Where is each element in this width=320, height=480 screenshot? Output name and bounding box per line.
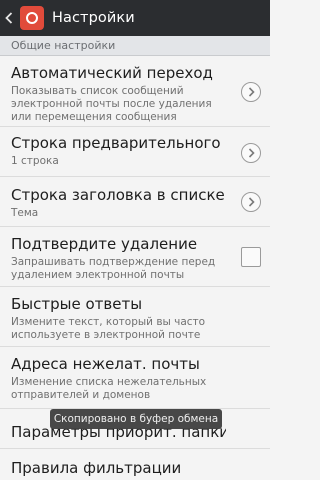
chevron-right-icon[interactable] <box>241 143 261 163</box>
page-title: Настройки <box>52 10 135 26</box>
setting-summary: Запрашивать подтверждение перед удаление… <box>11 256 216 281</box>
setting-list-title-line[interactable]: Строка заголовка в списке Тема <box>0 177 270 227</box>
setting-title: Подтвердите удаление <box>11 235 198 253</box>
setting-preview-lines[interactable]: Строка предварительного п... 1 строка <box>0 127 270 177</box>
setting-confirm-delete[interactable]: Подтвердите удаление Запрашивать подтвер… <box>0 227 270 287</box>
chevron-right-icon[interactable] <box>241 192 261 212</box>
section-header-general: Общие настройки <box>0 36 270 56</box>
toast-message: Скопировано в буфер обмена <box>50 409 222 429</box>
setting-title: Строка предварительного п... <box>11 134 226 152</box>
setting-summary: Показывать список сообщений электронной … <box>11 85 212 123</box>
setting-title: Адреса нежелат. почты <box>11 355 200 373</box>
setting-quick-responses[interactable]: Быстрые ответы Измените текст, который в… <box>0 287 270 347</box>
mail-app-icon[interactable] <box>20 6 44 30</box>
setting-summary: 1 строка <box>11 155 59 167</box>
setting-title: Правила фильтрации <box>11 459 182 477</box>
setting-spam-addresses[interactable]: Адреса нежелат. почты Изменение списка н… <box>0 347 270 409</box>
confirm-delete-checkbox[interactable] <box>241 247 261 267</box>
setting-title: Быстрые ответы <box>11 295 143 313</box>
setting-auto-advance[interactable]: Автоматический переход Показывать список… <box>0 57 270 127</box>
setting-filter-rules[interactable]: Правила фильтрации <box>0 449 270 480</box>
setting-summary: Тема <box>11 207 39 219</box>
setting-summary: Измените текст, который вы часто использ… <box>11 316 206 341</box>
setting-title: Автоматический переход <box>11 64 213 82</box>
setting-summary: Изменение списка нежелательных отправите… <box>11 376 207 401</box>
action-bar: Настройки <box>0 0 270 36</box>
chevron-left-icon[interactable] <box>2 0 16 36</box>
chevron-right-icon[interactable] <box>241 82 261 102</box>
setting-title: Строка заголовка в списке <box>11 186 225 204</box>
